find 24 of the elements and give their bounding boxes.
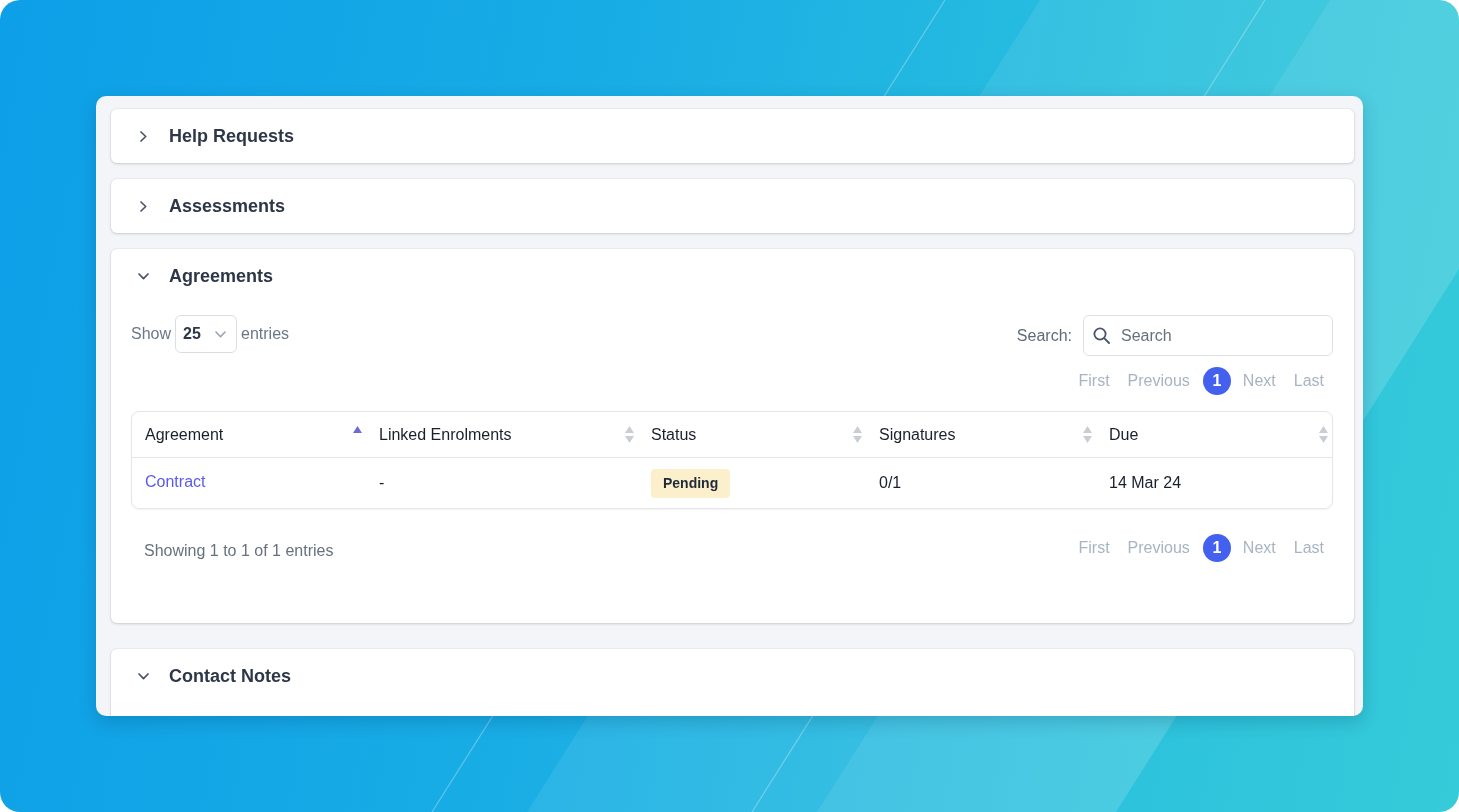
table-info-text: Showing 1 to 1 of 1 entries — [143, 541, 334, 560]
column-header[interactable]: Linked Enrolments — [366, 412, 638, 457]
column-header[interactable]: Status — [638, 412, 866, 457]
cell-text: - — [379, 474, 385, 492]
search-icon — [1093, 327, 1110, 344]
show-label: Show — [131, 325, 172, 343]
agreement-link[interactable]: Contract — [145, 472, 206, 491]
search-field[interactable]: Search — [1083, 315, 1333, 356]
current-page-button[interactable]: 1 — [1202, 534, 1231, 562]
search-label: Search: — [1016, 326, 1072, 345]
cell-text: 0/1 — [879, 474, 902, 492]
accordion-header[interactable]: Agreements — [111, 249, 1354, 303]
accordion-header[interactable]: Assessments — [111, 179, 1354, 233]
column-header[interactable]: Signatures — [866, 412, 1096, 457]
column-header[interactable]: Agreement — [132, 412, 366, 457]
current-page-button[interactable]: 1 — [1202, 367, 1231, 395]
page-size-select[interactable]: 25 — [175, 315, 238, 353]
status-badge: Pending — [651, 468, 731, 498]
chevron-down-icon — [215, 330, 227, 338]
accordion-header[interactable]: Help Requests — [111, 109, 1354, 163]
entries-label: entries — [241, 325, 290, 343]
accordion-header[interactable]: Contact Notes — [111, 649, 1354, 703]
column-header[interactable]: Due — [1096, 412, 1332, 457]
cell-text: 14 Mar 24 — [1109, 474, 1182, 492]
